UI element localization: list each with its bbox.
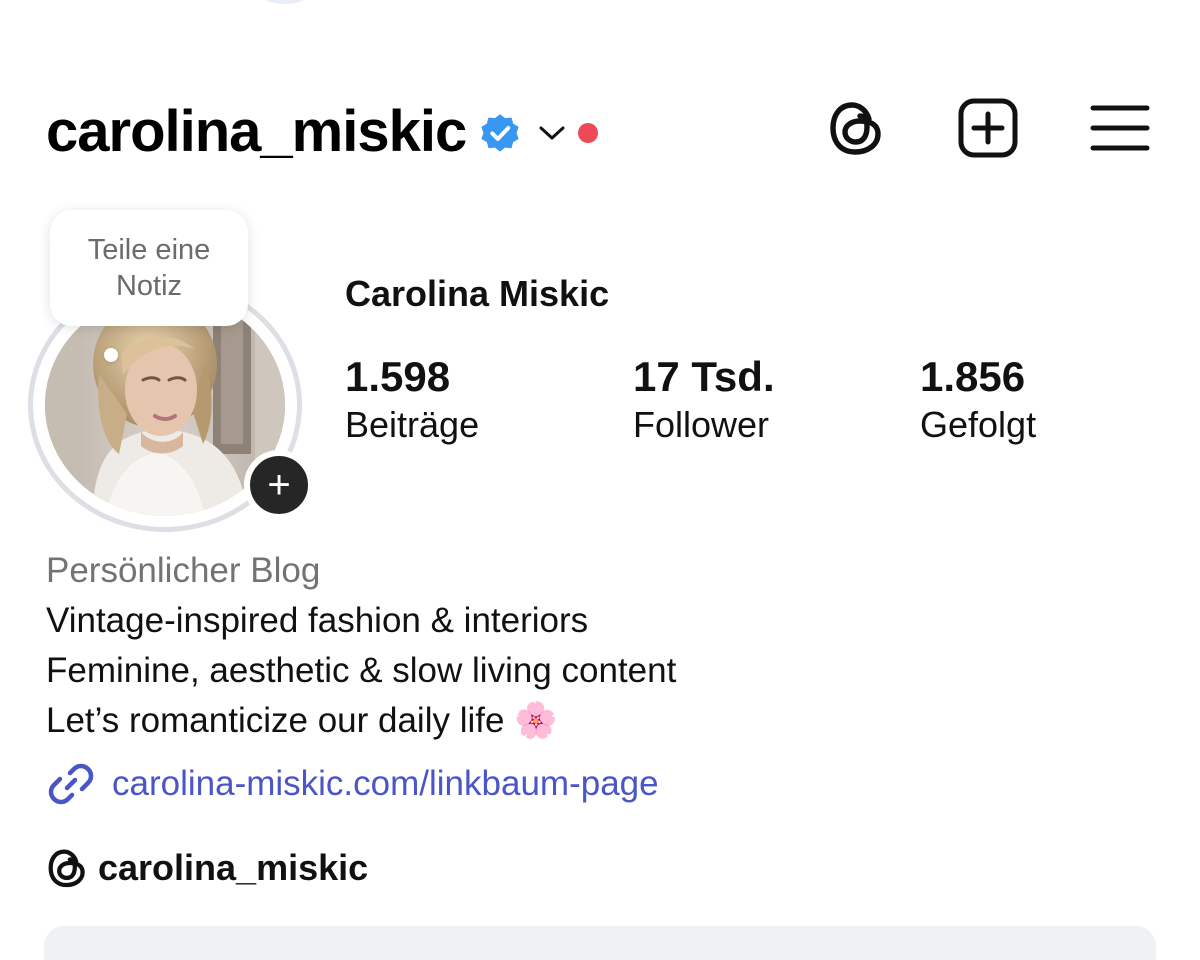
threads-profile-link[interactable]: carolina_miskic bbox=[46, 842, 368, 894]
profile-screen: carolina_miskic + Teile eine Notiz Carol… bbox=[0, 0, 1200, 960]
notification-dot bbox=[578, 123, 599, 143]
chevron-down-icon[interactable] bbox=[538, 123, 566, 143]
username-title[interactable]: carolina_miskic bbox=[46, 103, 467, 161]
create-post-button[interactable] bbox=[956, 96, 1020, 160]
threads-icon bbox=[48, 849, 85, 888]
bio-line: Vintage-inspired fashion & interiors bbox=[46, 601, 589, 640]
professional-dashboard-card[interactable] bbox=[44, 926, 1156, 960]
stat-label: Follower bbox=[633, 404, 770, 445]
stat-posts[interactable]: 1.598 Beiträge bbox=[345, 352, 479, 448]
profile-header: carolina_miskic bbox=[46, 92, 599, 172]
add-story-button[interactable]: + bbox=[244, 450, 314, 520]
bio-line: Let’s romanticize our daily life 🌸 bbox=[46, 701, 558, 740]
profile-category: Persönlicher Blog bbox=[46, 551, 321, 590]
note-bubble-tail bbox=[104, 348, 118, 362]
threads-button[interactable] bbox=[824, 96, 888, 160]
stat-label: Gefolgt bbox=[920, 404, 1037, 445]
share-note-bubble[interactable]: Teile eine Notiz bbox=[50, 210, 248, 326]
threads-handle: carolina_miskic bbox=[98, 847, 369, 888]
menu-icon bbox=[1090, 105, 1150, 151]
note-prompt-text: Teile eine Notiz bbox=[87, 234, 211, 302]
bio-link[interactable]: carolina-miskic.com/linkbaum-page bbox=[46, 758, 659, 810]
bio-section: Persönlicher Blog Vintage-inspired fashi… bbox=[46, 546, 1146, 746]
bio-link-text[interactable]: carolina-miskic.com/linkbaum-page bbox=[112, 758, 659, 810]
stat-value: 1.856 bbox=[920, 353, 1026, 400]
link-icon bbox=[48, 763, 94, 805]
stat-value: 17 Tsd. bbox=[633, 353, 775, 400]
add-post-icon bbox=[958, 98, 1018, 158]
verified-badge-icon bbox=[481, 114, 519, 152]
stat-label: Beiträge bbox=[345, 404, 480, 445]
display-name: Carolina Miskic bbox=[345, 273, 610, 314]
stat-followers[interactable]: 17 Tsd. Follower bbox=[633, 352, 775, 448]
menu-button[interactable] bbox=[1088, 96, 1152, 160]
stat-following[interactable]: 1.856 Gefolgt bbox=[920, 352, 1036, 448]
threads-icon bbox=[830, 102, 881, 155]
stat-value: 1.598 bbox=[345, 353, 451, 400]
top-partial-element bbox=[262, 0, 308, 4]
header-actions bbox=[824, 96, 1152, 160]
bio-line: Feminine, aesthetic & slow living conten… bbox=[46, 651, 677, 690]
